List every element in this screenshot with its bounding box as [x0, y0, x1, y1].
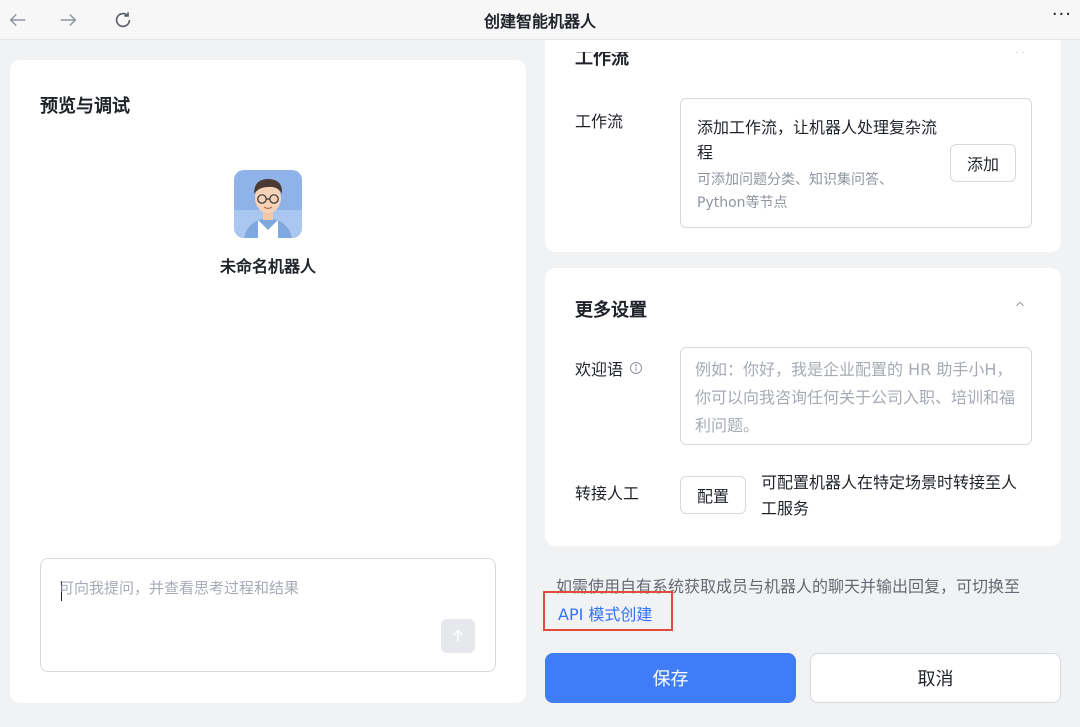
window-title: 创建智能机器人	[483, 12, 596, 31]
welcome-message-field[interactable]: 例如：你好，我是企业配置的 HR 助手小H，你可以向我咨询任何关于公司入职、培训…	[680, 347, 1032, 445]
workflow-add-box: 添加工作流，让机器人处理复杂流程 可添加问题分类、知识集问答、Python等节点…	[680, 98, 1032, 228]
arrow-up-icon	[452, 629, 464, 642]
bot-avatar	[234, 170, 302, 238]
config-transfer-button[interactable]: 配置	[680, 476, 746, 514]
workflow-box-title: 添加工作流，让机器人处理复杂流程	[697, 118, 938, 162]
transfer-label: 转接人工	[575, 484, 640, 503]
info-icon[interactable]	[629, 361, 643, 375]
chevron-up-icon[interactable]	[1013, 52, 1027, 62]
preview-panel: 预览与调试 未命名机器人	[10, 60, 526, 703]
settings-title: 更多设置	[575, 300, 647, 321]
chevron-up-icon[interactable]	[1013, 296, 1027, 315]
api-link-highlight: API 模式创建	[543, 591, 673, 631]
add-workflow-button[interactable]: 添加	[950, 144, 1016, 182]
workflow-section-title: 工作流	[575, 48, 629, 69]
window-toolbar: 创建智能机器人 ···	[0, 0, 1080, 40]
workflow-label: 工作流	[575, 112, 624, 131]
chat-input-box[interactable]	[40, 558, 496, 672]
welcome-label: 欢迎语	[575, 356, 643, 380]
more-icon[interactable]: ···	[1052, 4, 1072, 25]
chat-input[interactable]	[59, 579, 439, 597]
welcome-label-text: 欢迎语	[575, 360, 624, 379]
bot-name: 未命名机器人	[219, 257, 316, 276]
save-button[interactable]: 保存	[545, 653, 796, 703]
api-mode-link[interactable]: API 模式创建	[558, 601, 652, 625]
transfer-description: 可配置机器人在特定场景时转接至人工服务	[761, 473, 1018, 518]
preview-title: 预览与调试	[40, 96, 130, 117]
cancel-button[interactable]: 取消	[810, 653, 1061, 703]
more-settings-card: 更多设置 欢迎语 例如：你好，我是企业配置的 HR 助手小H，你可以向我咨询任何…	[545, 268, 1061, 546]
workflow-card: 工作流 工作流 添加工作流，让机器人处理复杂流程 可添加问题分类、知识集问答、P…	[545, 40, 1061, 252]
workflow-box-desc: 可添加问题分类、知识集问答、Python等节点	[697, 172, 893, 211]
send-button[interactable]	[441, 619, 475, 653]
